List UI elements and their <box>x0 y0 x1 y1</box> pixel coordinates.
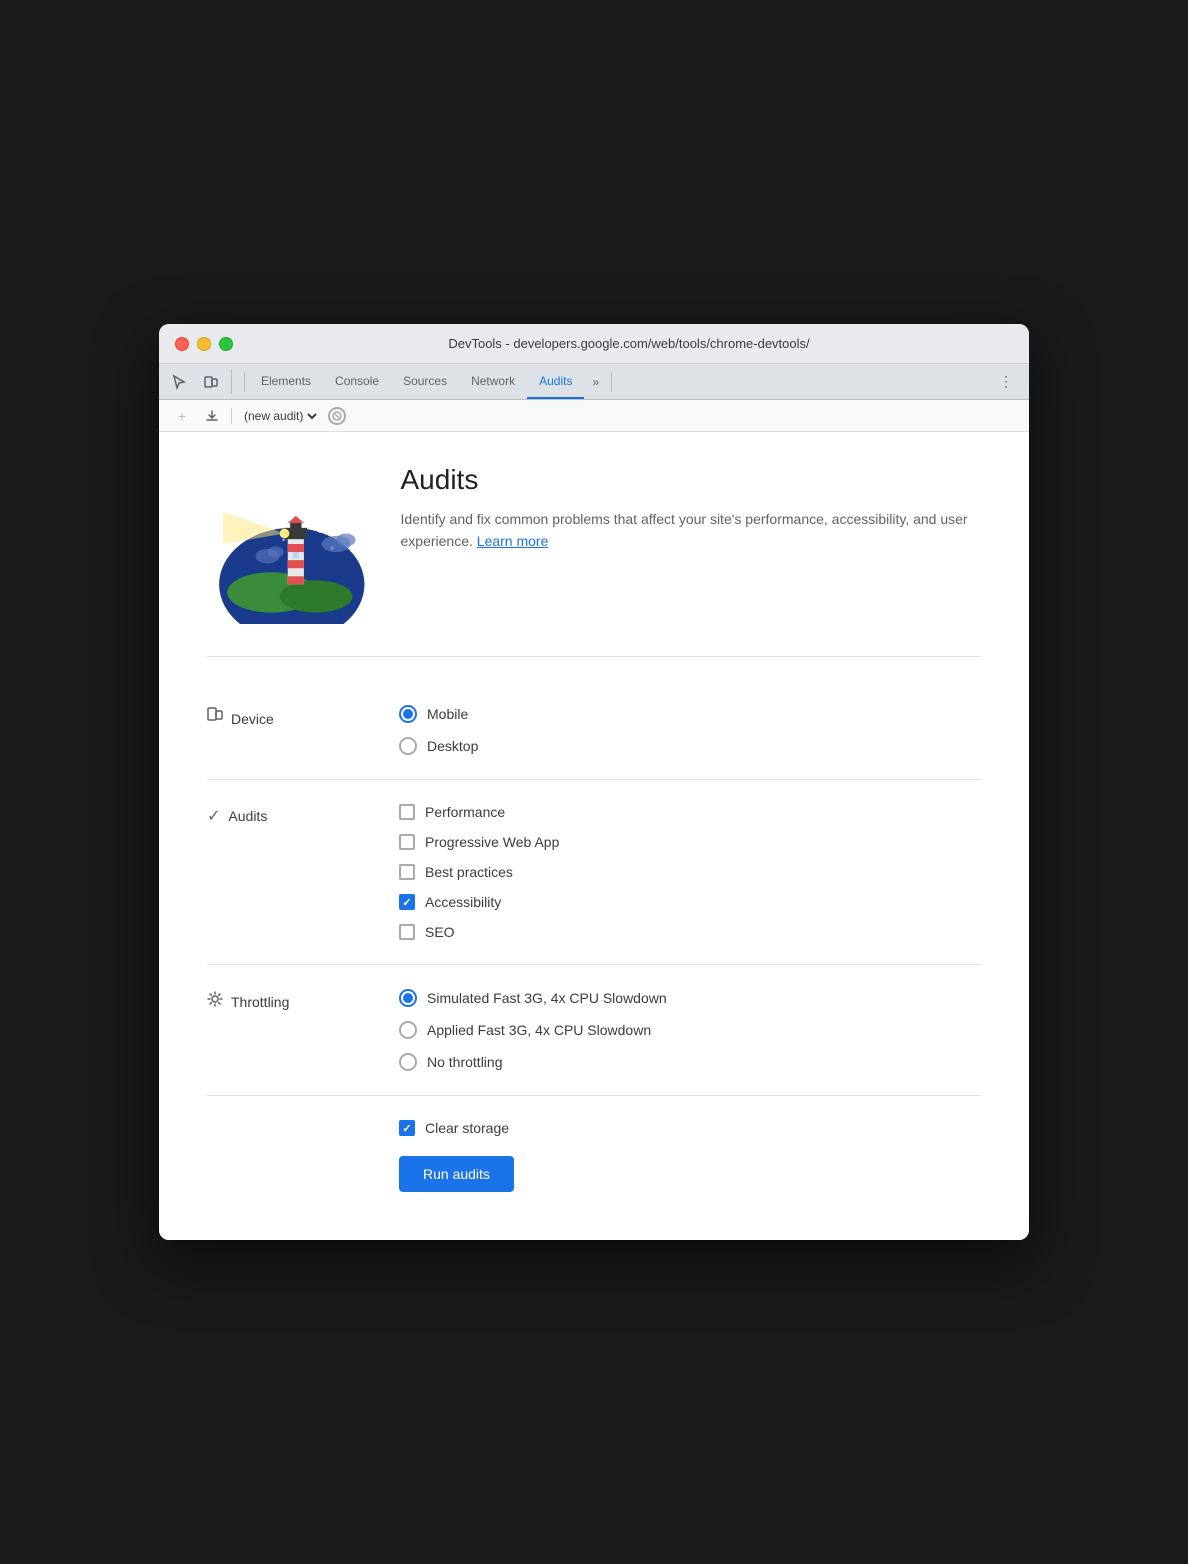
applied-radio[interactable] <box>399 1021 417 1039</box>
tab-sources[interactable]: Sources <box>391 364 459 399</box>
toolbar-divider <box>231 408 232 424</box>
best-practices-checkbox[interactable] <box>399 864 415 880</box>
mobile-radio[interactable] <box>399 705 417 723</box>
hero-text: Audits Identify and fix common problems … <box>401 464 982 553</box>
mobile-radio-dot <box>403 709 413 719</box>
devtools-window: DevTools - developers.google.com/web/too… <box>159 324 1029 1240</box>
desktop-radio[interactable] <box>399 737 417 755</box>
device-desktop-option[interactable]: Desktop <box>399 737 478 755</box>
audit-options: Performance Progressive Web App Best pra… <box>399 804 559 940</box>
none-radio[interactable] <box>399 1053 417 1071</box>
cursor-icon[interactable] <box>167 370 191 394</box>
traffic-lights <box>175 337 233 351</box>
device-mobile-option[interactable]: Mobile <box>399 705 478 723</box>
audit-toolbar: + (new audit) <box>159 400 1029 432</box>
maximize-button[interactable] <box>219 337 233 351</box>
audit-pwa[interactable]: Progressive Web App <box>399 834 559 850</box>
desktop-label: Desktop <box>427 738 478 754</box>
gear-icon <box>207 991 223 1012</box>
check-icon: ✓ <box>207 806 220 826</box>
devtools-tab-bar: Elements Console Sources Network Audits … <box>159 364 1029 400</box>
throttle-simulated[interactable]: Simulated Fast 3G, 4x CPU Slowdown <box>399 989 667 1007</box>
seo-checkbox[interactable] <box>399 924 415 940</box>
audit-best-practices[interactable]: Best practices <box>399 864 559 880</box>
device-row: Device Mobile Desktop <box>207 681 981 780</box>
throttle-applied[interactable]: Applied Fast 3G, 4x CPU Slowdown <box>399 1021 667 1039</box>
audits-row: ✓ Audits Performance Progressive Web App… <box>207 780 981 965</box>
audit-select-wrapper: (new audit) <box>240 408 320 424</box>
minimize-button[interactable] <box>197 337 211 351</box>
clear-storage-option[interactable]: Clear storage <box>399 1120 509 1136</box>
clear-storage-label: Clear storage <box>425 1120 509 1136</box>
add-audit-button[interactable]: + <box>171 405 193 427</box>
performance-checkbox[interactable] <box>399 804 415 820</box>
tab-icon-group <box>167 370 232 394</box>
tab-elements[interactable]: Elements <box>249 364 323 399</box>
hero-description: Identify and fix common problems that af… <box>401 508 982 553</box>
tab-console[interactable]: Console <box>323 364 391 399</box>
stop-button[interactable] <box>328 407 346 425</box>
tab-network[interactable]: Network <box>459 364 527 399</box>
audits-label: ✓ Audits <box>207 804 367 826</box>
clear-storage-checkbox[interactable] <box>399 1120 415 1136</box>
audit-select[interactable]: (new audit) <box>240 408 320 424</box>
devtools-menu[interactable]: ⋮ <box>991 365 1021 398</box>
run-audits-button[interactable]: Run audits <box>399 1156 514 1192</box>
throttling-row: Throttling Simulated Fast 3G, 4x CPU Slo… <box>207 965 981 1096</box>
titlebar: DevTools - developers.google.com/web/too… <box>159 324 1029 364</box>
tab-more[interactable]: » <box>584 367 607 397</box>
audit-accessibility[interactable]: Accessibility <box>399 894 559 910</box>
window-title: DevTools - developers.google.com/web/too… <box>245 336 1013 351</box>
device-icon[interactable] <box>199 370 223 394</box>
download-button[interactable] <box>201 405 223 427</box>
close-button[interactable] <box>175 337 189 351</box>
throttling-options: Simulated Fast 3G, 4x CPU Slowdown Appli… <box>399 989 667 1071</box>
tab-audits[interactable]: Audits <box>527 364 584 399</box>
hero-section: Audits Identify and fix common problems … <box>207 464 981 624</box>
accessibility-checkbox[interactable] <box>399 894 415 910</box>
learn-more-link[interactable]: Learn more <box>477 533 549 549</box>
device-options: Mobile Desktop <box>399 705 478 755</box>
main-content: Audits Identify and fix common problems … <box>159 432 1029 1240</box>
device-icon <box>207 707 223 730</box>
audit-seo[interactable]: SEO <box>399 924 559 940</box>
simulated-radio-dot <box>403 993 413 1003</box>
device-label: Device <box>207 705 367 730</box>
pwa-checkbox[interactable] <box>399 834 415 850</box>
lighthouse-illustration <box>207 464 369 624</box>
mobile-label: Mobile <box>427 706 468 722</box>
throttle-none[interactable]: No throttling <box>399 1053 667 1071</box>
hero-title: Audits <box>401 464 982 496</box>
simulated-radio[interactable] <box>399 989 417 1007</box>
audit-performance[interactable]: Performance <box>399 804 559 820</box>
bottom-section: Clear storage Run audits <box>207 1096 981 1208</box>
hero-divider <box>207 656 981 657</box>
throttling-label: Throttling <box>207 989 367 1012</box>
